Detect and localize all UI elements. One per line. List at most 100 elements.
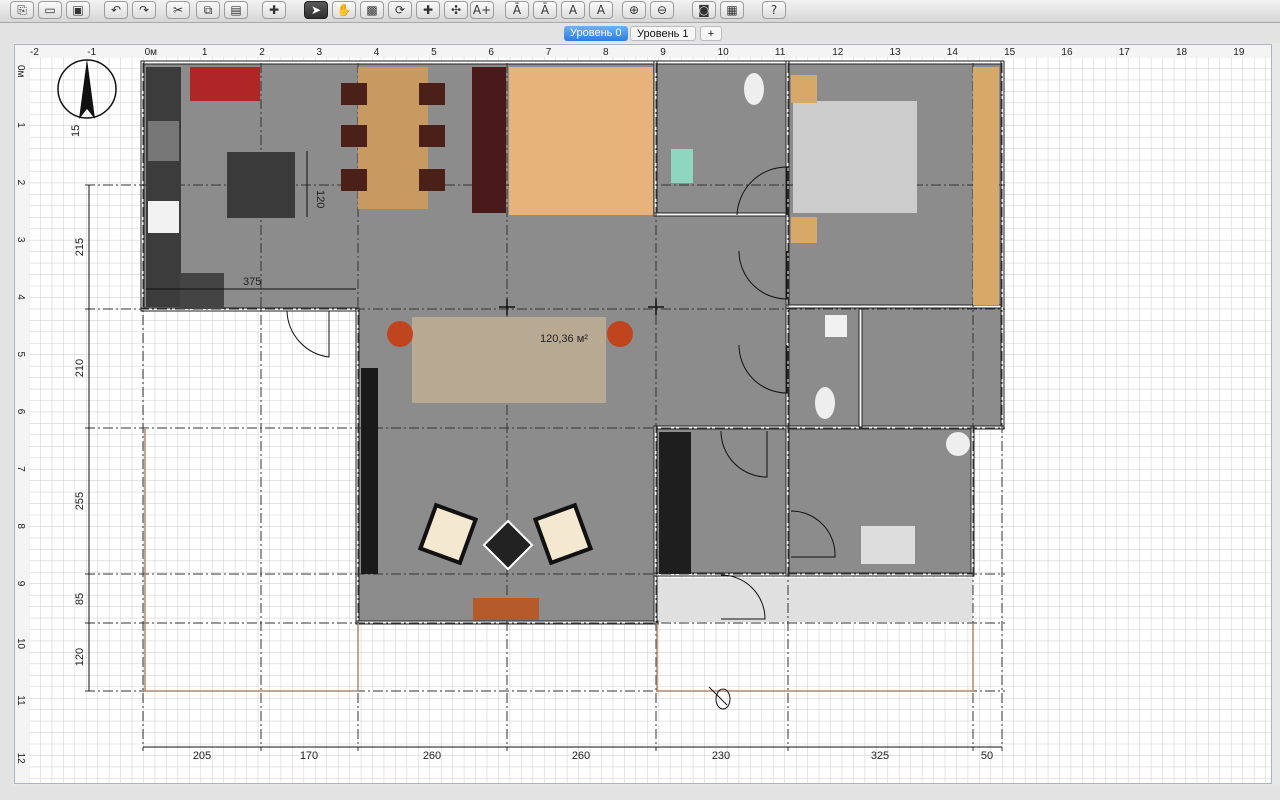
nightstand[interactable] (791, 75, 817, 103)
wardrobe[interactable] (509, 67, 653, 215)
bathroom-toilet[interactable] (815, 387, 835, 419)
tv-wall-unit[interactable] (361, 368, 378, 574)
dark-cabinet[interactable] (472, 67, 506, 213)
lower-rooms-floor[interactable] (655, 429, 973, 574)
text-style-a-icon: Ā (512, 3, 522, 17)
zoom-in-button[interactable]: ⊕ (622, 1, 646, 19)
bedroom-shelves[interactable] (973, 67, 999, 305)
armchair[interactable] (607, 321, 633, 347)
kitchen-stool[interactable] (180, 273, 224, 309)
left-dimension-label: 85 (74, 593, 86, 605)
text-italic-button[interactable]: A (589, 1, 613, 19)
pan-mode-button[interactable]: ✋ (332, 1, 356, 19)
washing-machine[interactable] (671, 149, 693, 183)
fridge[interactable] (148, 201, 179, 233)
radiator[interactable] (861, 526, 915, 564)
create-dimensions-button[interactable]: ✣ (444, 1, 468, 19)
tab-level-1[interactable]: Уровень 1 (630, 26, 696, 41)
cut-icon: ✂ (172, 3, 184, 17)
create-walls-button[interactable]: ⟳ (388, 1, 412, 19)
room-area-label: 120,36 м² (540, 333, 588, 345)
redo-icon: ↷ (138, 3, 150, 17)
text-style-b-icon: Ā (540, 3, 550, 17)
zoom-in-icon: ⊕ (628, 3, 640, 17)
text-italic-icon: A (596, 3, 606, 17)
text-style-b-button[interactable]: Ā (533, 1, 557, 19)
top-ruler-label: 17 (1119, 47, 1131, 58)
bottom-dimension-label: 260 (572, 750, 590, 762)
text-bold-button[interactable]: A (561, 1, 585, 19)
create-photo-icon: ◙ (698, 3, 710, 17)
new-file-button[interactable]: ⎘ (10, 1, 34, 19)
toilet[interactable] (744, 73, 764, 105)
top-ruler-label: 4 (374, 47, 380, 58)
create-photo-button[interactable]: ◙ (692, 1, 716, 19)
main-toolbar: ⎘ ▭ ▣ ↶ ↷ ✂ ⧉ ▤ ✚ ➤ ✋ ▩ ⟳ ✚ ✣ A+ Ā Ā A A ⊕ ⊖ ◙ ▦? (0, 0, 1280, 23)
help-button[interactable]: ? (762, 1, 786, 19)
dining-chair[interactable] (341, 125, 367, 147)
dining-chair[interactable] (419, 83, 445, 105)
wall-bedroom-south[interactable] (785, 304, 1004, 309)
left-ruler-label: 10 (15, 638, 26, 650)
add-text-button[interactable]: A+ (470, 1, 494, 19)
left-ruler-label: 11 (15, 695, 26, 706)
left-dimension-label: 255 (74, 492, 86, 510)
add-furniture-button[interactable]: ✚ (262, 1, 286, 19)
new-file-icon: ⎘ (17, 3, 27, 17)
double-bed[interactable] (793, 101, 917, 213)
kitchen-island[interactable] (227, 152, 295, 218)
dining-table[interactable] (358, 67, 428, 209)
dining-chair[interactable] (419, 125, 445, 147)
top-ruler-label: 8 (603, 47, 609, 58)
undo-button[interactable]: ↶ (104, 1, 128, 19)
cut-button[interactable]: ✂ (166, 1, 190, 19)
dimension-island: 120 (314, 190, 326, 208)
floor-plan-canvas[interactable]: -2 -1 0м 1 2 3 4 5 6 7 8 9 10 11 12 13 14 15 16 17 18 190м123… (15, 45, 1271, 783)
round-sink[interactable] (946, 432, 970, 456)
create-polylines-button[interactable]: ✚ (416, 1, 440, 19)
save-file-button[interactable]: ▣ (66, 1, 90, 19)
corner-sofa[interactable] (412, 317, 606, 403)
dimension-kitchen-width: 375 (243, 276, 261, 288)
status-bar (0, 786, 1280, 800)
closet[interactable] (659, 432, 691, 574)
copy-button[interactable]: ⧉ (196, 1, 220, 19)
zoom-out-button[interactable]: ⊖ (650, 1, 674, 19)
top-ruler-label: 9 (660, 47, 666, 58)
tab-level-0[interactable]: Уровень 0 (564, 26, 628, 41)
dining-chair[interactable] (341, 83, 367, 105)
corridor-floor[interactable] (655, 311, 787, 427)
top-ruler-label: 12 (832, 47, 844, 58)
fireplace[interactable] (473, 598, 539, 620)
wall-wc-south[interactable] (653, 212, 789, 217)
create-rooms-button[interactable]: ▩ (360, 1, 384, 19)
open-file-button[interactable]: ▭ (38, 1, 62, 19)
paste-button[interactable]: ▤ (224, 1, 248, 19)
kitchen-cabinets[interactable] (146, 67, 181, 307)
sink[interactable] (148, 121, 179, 161)
wall-bath-divider[interactable] (858, 307, 863, 428)
create-polylines-icon: ✚ (422, 3, 434, 17)
dining-chair[interactable] (341, 169, 367, 191)
red-sofa[interactable] (190, 67, 260, 101)
armchair[interactable] (387, 321, 413, 347)
select-mode-button[interactable]: ➤ (304, 1, 328, 19)
side-gutter (0, 23, 13, 800)
create-rooms-icon: ▩ (366, 3, 378, 17)
top-ruler-label: 3 (317, 47, 323, 58)
undo-icon: ↶ (110, 3, 122, 17)
create-video-button[interactable]: ▦ (720, 1, 744, 19)
nightstand[interactable] (791, 217, 817, 243)
terrace-floor[interactable] (657, 578, 973, 622)
plan-view[interactable]: -2 -1 0м 1 2 3 4 5 6 7 8 9 10 11 12 13 14 15 16 17 18 19 0м 1 2 3… (14, 44, 1272, 784)
redo-button[interactable]: ↷ (132, 1, 156, 19)
left-ruler-label: 0м (15, 65, 26, 78)
wall-north[interactable] (140, 60, 1005, 65)
add-level-button[interactable]: + (700, 26, 722, 41)
add-text-icon: A+ (472, 3, 492, 17)
text-style-a-button[interactable]: Ā (505, 1, 529, 19)
bathroom-sink[interactable] (825, 315, 847, 337)
left-ruler-label: 1 (15, 122, 26, 128)
top-ruler-label: 18 (1176, 47, 1188, 58)
dining-chair[interactable] (419, 169, 445, 191)
